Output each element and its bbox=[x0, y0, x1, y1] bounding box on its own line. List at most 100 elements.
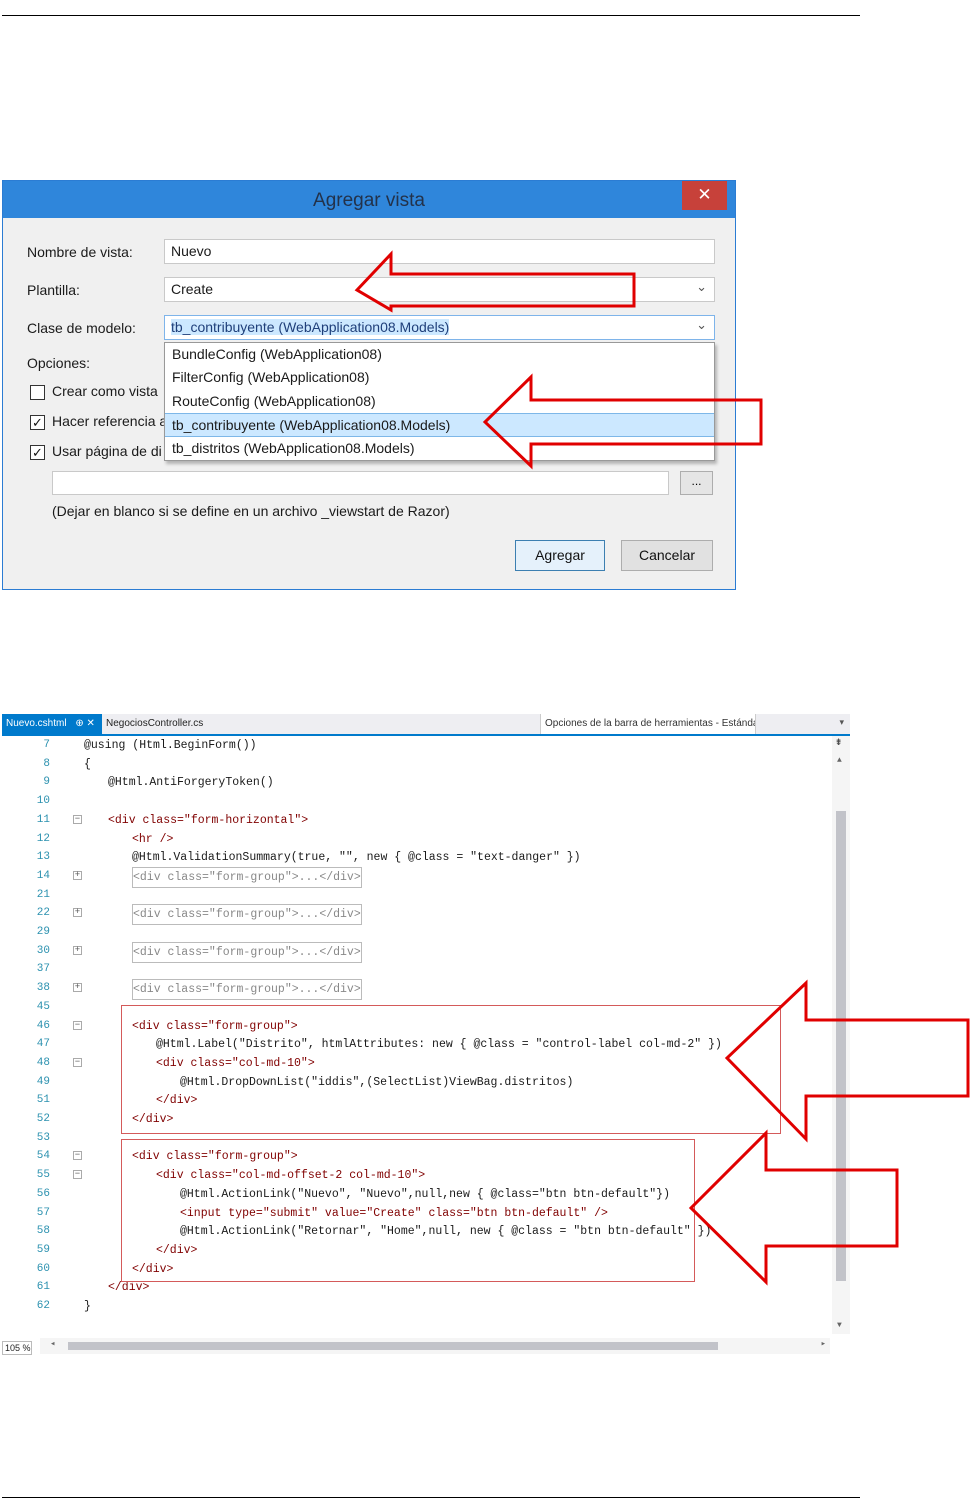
partial-view-checkbox[interactable] bbox=[30, 385, 45, 400]
model-class-select[interactable]: tb_contribuyente (WebApplication08.Model… bbox=[164, 315, 715, 340]
line-number: 47 bbox=[36, 1038, 50, 1051]
line-number: 22 bbox=[36, 907, 50, 920]
tab-label: Nuevo.cshtml bbox=[6, 718, 67, 729]
line-number: 54 bbox=[36, 1150, 50, 1163]
expand-icon[interactable]: + bbox=[73, 945, 82, 955]
code-line[interactable]: 62} bbox=[2, 1297, 832, 1316]
collapse-icon[interactable]: − bbox=[73, 1020, 82, 1030]
line-number: 9 bbox=[43, 776, 50, 789]
line-number: 51 bbox=[36, 1094, 50, 1107]
line-number: 59 bbox=[36, 1243, 50, 1256]
footer-rule bbox=[2, 1497, 860, 1498]
code-line[interactable]: 13 @Html.ValidationSummary(true, "", new … bbox=[2, 848, 832, 867]
checkmark-icon: ✓ bbox=[32, 415, 43, 430]
scroll-right-icon[interactable]: ▸ bbox=[821, 1339, 826, 1349]
model-class-label: Clase de modelo: bbox=[27, 320, 136, 336]
chevron-down-icon: ⌄ bbox=[696, 317, 707, 332]
view-name-label: Nombre de vista: bbox=[27, 244, 133, 260]
code-line[interactable]: 7 @using (Html.BeginForm()) bbox=[2, 736, 832, 755]
code-line[interactable]: 38 + <div class="form-group">...</div> bbox=[2, 979, 832, 1001]
expand-icon[interactable]: + bbox=[73, 983, 82, 993]
cancel-button[interactable]: Cancelar bbox=[621, 540, 713, 571]
close-button[interactable]: ✕ bbox=[682, 181, 727, 210]
code-line[interactable]: 9 @Html.AntiForgeryToken() bbox=[2, 773, 832, 792]
line-number: 53 bbox=[36, 1131, 50, 1144]
template-value: Create bbox=[171, 281, 214, 297]
expand-icon[interactable]: + bbox=[73, 908, 82, 918]
checkmark-icon: ✓ bbox=[32, 445, 43, 460]
horizontal-scroll-thumb[interactable] bbox=[68, 1342, 718, 1350]
scroll-left-icon[interactable]: ◂ bbox=[50, 1339, 55, 1349]
line-number: 46 bbox=[36, 1019, 50, 1032]
collapse-icon[interactable]: − bbox=[73, 1057, 82, 1067]
arrow-to-model-option bbox=[482, 373, 763, 470]
tab-negocios-controller[interactable]: NegociosController.cs bbox=[106, 714, 203, 734]
code-line[interactable]: 11 − <div class="form-horizontal"> bbox=[2, 811, 832, 830]
collapse-icon[interactable]: − bbox=[73, 814, 82, 824]
line-number: 49 bbox=[36, 1075, 50, 1088]
line-number: 56 bbox=[36, 1187, 50, 1200]
code-line[interactable]: 21 bbox=[2, 886, 832, 905]
line-number: 7 bbox=[43, 739, 50, 751]
editor-tab-bar: Nuevo.cshtml ⊕ ✕ NegociosController.cs O… bbox=[2, 714, 850, 736]
dialog-titlebar[interactable]: Agregar vista ✕ bbox=[3, 181, 735, 218]
code-line[interactable]: 30 + <div class="form-group">...</div> bbox=[2, 941, 832, 963]
scroll-down-icon[interactable]: ▼ bbox=[837, 1321, 842, 1330]
line-number: 55 bbox=[36, 1169, 50, 1182]
view-name-value: Nuevo bbox=[171, 243, 212, 259]
line-number: 13 bbox=[36, 851, 50, 864]
line-number: 8 bbox=[43, 757, 50, 770]
code-line[interactable]: 12 <hr /> bbox=[2, 830, 832, 849]
browse-button[interactable]: ... bbox=[680, 471, 713, 495]
highlight-box-distrito bbox=[121, 1005, 781, 1134]
dialog-title: Agregar vista bbox=[313, 190, 425, 211]
code-line[interactable]: 37 bbox=[2, 960, 832, 979]
arrow-to-template bbox=[354, 250, 636, 313]
tab-nuevo-cshtml[interactable]: Nuevo.cshtml ⊕ ✕ bbox=[2, 714, 102, 734]
layout-hint-text: (Dejar en blanco si se define en un arch… bbox=[52, 503, 450, 519]
add-button[interactable]: Agregar bbox=[515, 540, 605, 571]
model-class-value: tb_contribuyente (WebApplication08.Model… bbox=[171, 319, 450, 335]
line-number: 58 bbox=[36, 1225, 50, 1238]
code-line[interactable]: 29 bbox=[2, 923, 832, 942]
partial-view-label: Crear como vista bbox=[52, 383, 158, 399]
collapse-icon[interactable]: − bbox=[73, 1151, 82, 1161]
code-text: @using (Html.BeginForm()) bbox=[84, 739, 257, 752]
chevron-down-icon: ⌄ bbox=[696, 279, 707, 294]
line-number: 61 bbox=[36, 1281, 50, 1294]
code-line[interactable]: 14 + <div class="form-group">...</div> bbox=[2, 866, 832, 888]
script-reference-label: Hacer referencia a bbox=[52, 413, 168, 429]
split-icon[interactable]: ⇟ bbox=[835, 734, 842, 749]
scroll-up-icon[interactable]: ▲ bbox=[837, 756, 842, 765]
line-number: 57 bbox=[36, 1206, 50, 1219]
line-number: 21 bbox=[36, 888, 50, 901]
close-icon: ✕ bbox=[697, 185, 712, 204]
line-number: 60 bbox=[36, 1262, 50, 1275]
dropdown-arrow-icon[interactable]: ▾ bbox=[839, 717, 844, 728]
layout-path-input[interactable] bbox=[52, 471, 669, 495]
layout-page-checkbox[interactable]: ✓ bbox=[30, 445, 45, 460]
header-rule bbox=[2, 15, 860, 16]
expand-icon[interactable]: + bbox=[73, 870, 82, 880]
line-number: 45 bbox=[36, 1000, 50, 1013]
dropdown-option[interactable]: BundleConfig (WebApplication08) bbox=[165, 343, 714, 366]
horizontal-scrollbar[interactable]: ◂ ▸ bbox=[40, 1338, 830, 1354]
script-reference-checkbox[interactable]: ✓ bbox=[30, 415, 45, 430]
code-line[interactable]: 8{ bbox=[2, 755, 832, 774]
line-number: 62 bbox=[36, 1300, 50, 1312]
navigation-combo-value: Opciones de la barra de herramientas - E… bbox=[545, 718, 756, 729]
code-line[interactable]: 10 bbox=[2, 792, 832, 811]
zoom-level[interactable]: 105 % bbox=[2, 1341, 32, 1355]
options-label: Opciones: bbox=[27, 355, 91, 371]
navigation-combo[interactable]: Opciones de la barra de herramientas - E… bbox=[540, 714, 756, 734]
line-number: 38 bbox=[36, 982, 50, 995]
line-number: 52 bbox=[36, 1113, 50, 1125]
collapse-icon[interactable]: − bbox=[73, 1170, 82, 1180]
code-line[interactable]: 22 + <div class="form-group">...</div> bbox=[2, 904, 832, 926]
line-number: 10 bbox=[36, 795, 50, 808]
highlight-box-buttons bbox=[121, 1139, 695, 1282]
template-label: Plantilla: bbox=[27, 282, 80, 298]
pin-close-icon[interactable]: ⊕ ✕ bbox=[75, 718, 95, 729]
line-number: 29 bbox=[36, 926, 50, 938]
layout-page-label: Usar página de di bbox=[52, 443, 162, 459]
